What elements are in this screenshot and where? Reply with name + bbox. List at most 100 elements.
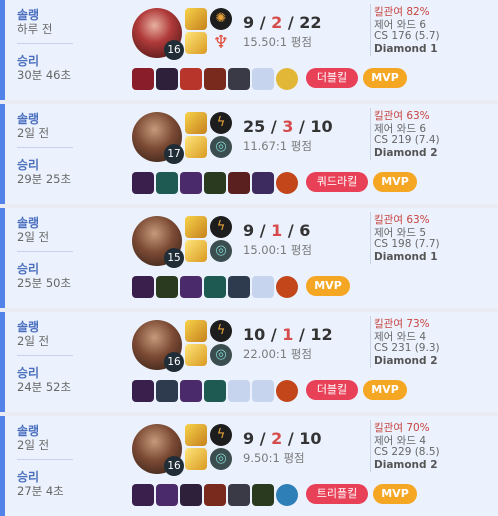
precision-icon[interactable]: ◎ <box>210 448 232 470</box>
kda: 9 / 1 / 6 <box>243 221 311 240</box>
item-icon[interactable] <box>132 484 154 506</box>
flash-icon[interactable] <box>185 240 207 262</box>
item-icon[interactable] <box>132 172 154 194</box>
ward-trinket-icon[interactable] <box>276 172 298 194</box>
divider <box>17 459 73 460</box>
flash-icon[interactable] <box>185 448 207 470</box>
assists: 22 <box>299 13 322 32</box>
multikill-badge: 더블킬 <box>306 68 358 88</box>
avg-tier: Diamond 1 <box>374 251 438 263</box>
kda-ratio: 15.00:1 평점 <box>243 243 312 257</box>
cs-count: CS 219 (7.4) <box>374 134 440 146</box>
item-icon[interactable] <box>252 484 274 506</box>
item-icon[interactable] <box>132 276 154 298</box>
kda-ratio: 15.50:1 평점 <box>243 35 312 49</box>
electrocute-icon[interactable]: ϟ <box>210 320 232 342</box>
domination-icon[interactable]: ♆ <box>210 32 232 54</box>
queue-type: 솔랭 <box>17 424 40 438</box>
match-meta: 솔랭 2일 전 승리 24분 52초 <box>17 318 79 394</box>
item-icon[interactable] <box>204 484 226 506</box>
match-card[interactable]: 솔랭 2일 전 승리 24분 52초 16 ϟ ◎ 10 / 1 / 12 22… <box>0 312 498 412</box>
kills: 9 <box>243 13 255 32</box>
avg-tier: Diamond 1 <box>374 43 438 55</box>
match-duration: 24분 52초 <box>17 380 72 394</box>
item-icon[interactable] <box>132 380 154 402</box>
item-icon[interactable] <box>204 276 226 298</box>
kda-ratio: 22.00:1 평점 <box>243 347 312 361</box>
item-icon[interactable] <box>228 68 250 90</box>
time-ago: 2일 전 <box>17 334 50 348</box>
deaths: 1 <box>271 221 283 240</box>
item-icon[interactable] <box>156 276 178 298</box>
item-icon[interactable] <box>180 68 202 90</box>
item-icon[interactable] <box>180 172 202 194</box>
mvp-badge: MVP <box>363 380 407 400</box>
item-icon[interactable] <box>132 68 154 90</box>
item-icon[interactable] <box>156 172 178 194</box>
match-card[interactable]: 솔랭 2일 전 승리 27분 4초 16 ϟ ◎ 9 / 2 / 10 9.50… <box>0 416 498 516</box>
flash-icon[interactable] <box>185 136 207 158</box>
match-result: 승리 <box>17 54 40 68</box>
precision-icon[interactable]: ◎ <box>210 344 232 366</box>
smite-icon[interactable] <box>185 424 207 446</box>
item-icon[interactable] <box>180 380 202 402</box>
item-icon[interactable] <box>228 484 250 506</box>
item-icon[interactable] <box>156 68 178 90</box>
champion-icon[interactable]: 16 <box>132 424 184 476</box>
kills: 25 <box>243 117 266 136</box>
champion-icon[interactable]: 15 <box>132 216 184 268</box>
match-stats: 킬관여 73% 제어 와드 4 CS 231 (9.3) Diamond 2 <box>370 316 498 368</box>
item-icon[interactable] <box>180 484 202 506</box>
item-icon[interactable] <box>204 68 226 90</box>
deaths: 2 <box>271 429 283 448</box>
electrocute-icon[interactable]: ϟ <box>210 216 232 238</box>
precision-icon[interactable]: ◎ <box>210 240 232 262</box>
champion-icon[interactable]: 16 <box>132 8 184 60</box>
precision-icon[interactable]: ◎ <box>210 136 232 158</box>
match-card[interactable]: 솔랭 2일 전 승리 29분 25초 17 ϟ ◎ 25 / 3 / 10 11… <box>0 104 498 204</box>
item-icon[interactable] <box>204 172 226 194</box>
champion-icon[interactable]: 17 <box>132 112 184 164</box>
queue-type: 솔랭 <box>17 112 40 126</box>
item-icon[interactable] <box>228 172 250 194</box>
empty-slot-icon <box>228 380 250 402</box>
match-result: 승리 <box>17 366 40 380</box>
assists: 6 <box>299 221 311 240</box>
avg-tier: Diamond 2 <box>374 147 438 159</box>
time-ago: 2일 전 <box>17 230 50 244</box>
item-icon[interactable] <box>252 172 274 194</box>
match-stats: 킬관여 63% 제어 와드 5 CS 198 (7.7) Diamond 1 <box>370 212 498 264</box>
flash-icon[interactable] <box>185 344 207 366</box>
flash-icon[interactable] <box>185 32 207 54</box>
queue-type: 솔랭 <box>17 320 40 334</box>
item-icon[interactable] <box>180 276 202 298</box>
item-icon[interactable] <box>156 484 178 506</box>
smite-icon[interactable] <box>185 216 207 238</box>
ward-trinket-icon[interactable] <box>276 484 298 506</box>
champion-icon[interactable]: 16 <box>132 320 184 372</box>
match-stats: 킬관여 82% 제어 와드 6 CS 176 (5.7) Diamond 1 <box>370 4 498 56</box>
champion-level: 16 <box>164 352 184 372</box>
match-card[interactable]: 솔랭 하루 전 승리 30분 46초 16 ✺ ♆ 9 / 2 / 22 15.… <box>0 0 498 100</box>
electrocute-icon[interactable]: ϟ <box>210 112 232 134</box>
ward-trinket-icon[interactable] <box>276 276 298 298</box>
item-icon[interactable] <box>156 380 178 402</box>
queue-type: 솔랭 <box>17 8 40 22</box>
smite-icon[interactable] <box>185 8 207 30</box>
match-card[interactable]: 솔랭 2일 전 승리 25분 50초 15 ϟ ◎ 9 / 1 / 6 15.0… <box>0 208 498 308</box>
ward-trinket-icon[interactable] <box>276 68 298 90</box>
empty-slot-icon <box>252 380 274 402</box>
electrocute-icon[interactable]: ϟ <box>210 424 232 446</box>
smite-icon[interactable] <box>185 320 207 342</box>
control-wards: 제어 와드 6 <box>374 19 426 31</box>
time-ago: 2일 전 <box>17 438 50 452</box>
conqueror-icon[interactable]: ✺ <box>210 8 232 30</box>
match-history-list: 솔랭 하루 전 승리 30분 46초 16 ✺ ♆ 9 / 2 / 22 15.… <box>0 0 498 516</box>
item-icon[interactable] <box>204 380 226 402</box>
match-meta: 솔랭 하루 전 승리 30분 46초 <box>17 6 79 82</box>
kda: 9 / 2 / 22 <box>243 13 322 32</box>
ward-trinket-icon[interactable] <box>276 380 298 402</box>
match-duration: 27분 4초 <box>17 484 64 498</box>
smite-icon[interactable] <box>185 112 207 134</box>
item-icon[interactable] <box>228 276 250 298</box>
